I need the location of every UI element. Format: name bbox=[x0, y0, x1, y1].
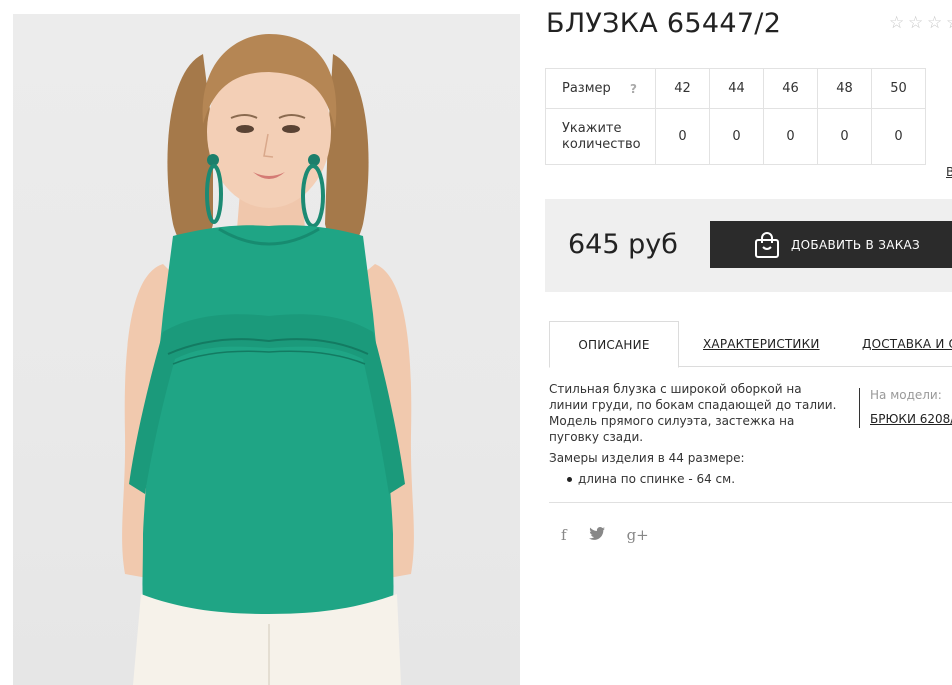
tab-characteristics[interactable]: ХАРАКТЕРИСТИКИ bbox=[703, 321, 820, 367]
product-price: 645 руб bbox=[568, 229, 678, 260]
product-tabs: ОПИСАНИЕ ХАРАКТЕРИСТИКИ ДОСТАВКА И ОП bbox=[549, 321, 952, 368]
model-label: На модели: bbox=[870, 388, 942, 402]
social-share: f g+ bbox=[561, 526, 649, 544]
size-cell-48: 48 bbox=[817, 68, 872, 109]
tab-description[interactable]: ОПИСАНИЕ bbox=[549, 321, 679, 368]
model-illustration bbox=[122, 34, 414, 685]
divider bbox=[549, 502, 952, 503]
size-label: Размер bbox=[562, 80, 611, 96]
size-cell-44: 44 bbox=[709, 68, 764, 109]
order-panel: 645 руб ДОБАВИТЬ В ЗАКАЗ bbox=[545, 199, 952, 292]
quantity-input-48[interactable]: 0 bbox=[817, 108, 872, 165]
star-empty-icon[interactable]: ☆ bbox=[927, 15, 944, 32]
quantity-input-46[interactable]: 0 bbox=[763, 108, 818, 165]
star-empty-icon[interactable]: ☆ bbox=[889, 15, 906, 32]
size-chart-link[interactable]: В bbox=[946, 165, 952, 179]
tab-delivery[interactable]: ДОСТАВКА И ОП bbox=[862, 321, 952, 367]
size-quantity-table: Размер ? 42 44 46 48 50 Укажите количест… bbox=[545, 68, 926, 165]
star-empty-icon[interactable]: ☆ bbox=[908, 15, 925, 32]
description-text: Стильная блузка с широкой оборкой на лин… bbox=[549, 382, 837, 444]
size-cell-42: 42 bbox=[655, 68, 710, 109]
quantity-input-44[interactable]: 0 bbox=[709, 108, 764, 165]
rating-stars[interactable]: ☆ ☆ ☆ ☆ bbox=[889, 15, 952, 32]
add-to-order-label: ДОБАВИТЬ В ЗАКАЗ bbox=[791, 237, 921, 252]
size-label-cell: Размер ? bbox=[545, 68, 656, 109]
measure-title: Замеры изделия в 44 размере: bbox=[549, 451, 745, 465]
quantity-input-50[interactable]: 0 bbox=[871, 108, 926, 165]
facebook-icon[interactable]: f bbox=[561, 526, 567, 544]
size-cell-46: 46 bbox=[763, 68, 818, 109]
quantity-label: Укажите количество bbox=[545, 108, 656, 165]
size-help-icon[interactable]: ? bbox=[630, 81, 637, 97]
quantity-input-42[interactable]: 0 bbox=[655, 108, 710, 165]
product-description: Стильная блузка с широкой оборкой на лин… bbox=[549, 381, 839, 487]
twitter-icon[interactable] bbox=[588, 526, 605, 544]
list-item: длина по спинке - 64 см. bbox=[567, 471, 839, 487]
measure-list: длина по спинке - 64 см. bbox=[549, 471, 839, 487]
google-plus-icon[interactable]: g+ bbox=[627, 526, 649, 544]
model-product-link[interactable]: БРЮКИ 6208/ bbox=[870, 412, 952, 426]
shopping-bag-icon bbox=[755, 231, 779, 258]
product-title: БЛУЗКА 65447/2 bbox=[546, 8, 782, 39]
size-cell-50: 50 bbox=[871, 68, 926, 109]
star-empty-icon[interactable]: ☆ bbox=[946, 15, 952, 32]
add-to-order-button[interactable]: ДОБАВИТЬ В ЗАКАЗ bbox=[710, 221, 952, 268]
model-wears-box: На модели: БРЮКИ 6208/ bbox=[859, 388, 952, 428]
product-photo[interactable] bbox=[13, 14, 520, 685]
